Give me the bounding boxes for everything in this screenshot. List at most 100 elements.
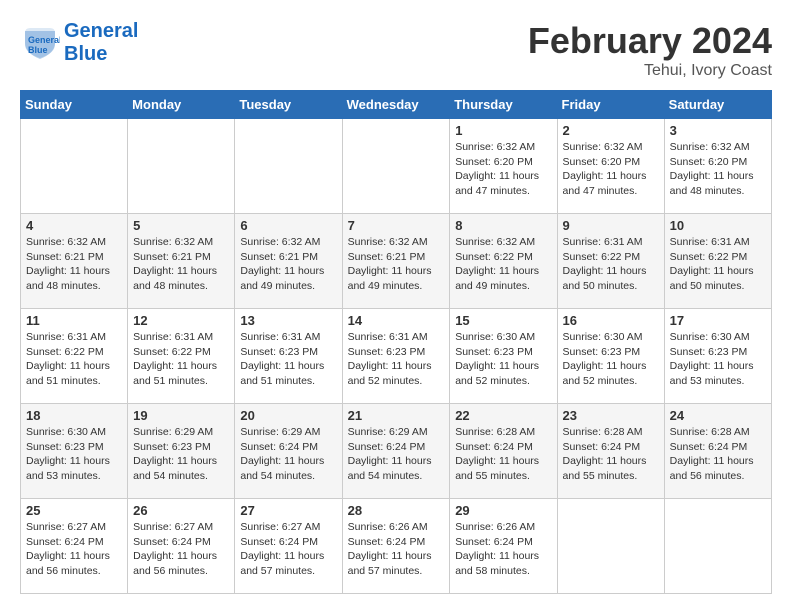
- calendar-cell: 1Sunrise: 6:32 AM Sunset: 6:20 PM Daylig…: [450, 119, 557, 214]
- svg-text:General: General: [28, 35, 60, 45]
- calendar-cell: 14 Sunrise: 6:31 AM Sunset: 6:23 PM Dayli…: [342, 309, 450, 404]
- calendar-cell: 11 Sunrise: 6:31 AM Sunset: 6:22 PM Dayli…: [21, 309, 128, 404]
- calendar-cell: 29 Sunrise: 6:26 AM Sunset: 6:24 PM Dayli…: [450, 499, 557, 594]
- calendar-cell: [235, 119, 342, 214]
- day-info: Sunrise: 6:31 AM Sunset: 6:22 PM Dayligh…: [26, 330, 122, 389]
- calendar-cell: 12 Sunrise: 6:31 AM Sunset: 6:22 PM Dayli…: [128, 309, 235, 404]
- day-info: Sunrise: 6:31 AM Sunset: 6:22 PM Dayligh…: [133, 330, 229, 389]
- day-info: Sunrise: 6:32 AM Sunset: 6:22 PM Dayligh…: [455, 235, 551, 294]
- day-info: Sunrise: 6:29 AM Sunset: 6:24 PM Dayligh…: [348, 425, 445, 484]
- day-info: Sunrise: 6:32 AM Sunset: 6:21 PM Dayligh…: [348, 235, 445, 294]
- header-tuesday: Tuesday: [235, 91, 342, 119]
- day-info: Sunrise: 6:26 AM Sunset: 6:24 PM Dayligh…: [455, 520, 551, 579]
- day-number: 17: [670, 313, 766, 328]
- calendar-cell: 4 Sunrise: 6:32 AM Sunset: 6:21 PM Daylig…: [21, 214, 128, 309]
- day-info: Sunrise: 6:32 AM Sunset: 6:21 PM Dayligh…: [26, 235, 122, 294]
- calendar-header-row: SundayMondayTuesdayWednesdayThursdayFrid…: [21, 91, 772, 119]
- day-number: 26: [133, 503, 229, 518]
- day-info: Sunrise: 6:32 AM Sunset: 6:21 PM Dayligh…: [133, 235, 229, 294]
- calendar-cell: 24Sunrise: 6:28 AM Sunset: 6:24 PM Dayli…: [664, 404, 771, 499]
- calendar-cell: 13 Sunrise: 6:31 AM Sunset: 6:23 PM Dayli…: [235, 309, 342, 404]
- day-number: 22: [455, 408, 551, 423]
- logo-text: GeneralBlue: [64, 20, 138, 66]
- day-info: Sunrise: 6:31 AM Sunset: 6:23 PM Dayligh…: [240, 330, 336, 389]
- calendar-cell: 5 Sunrise: 6:32 AM Sunset: 6:21 PM Daylig…: [128, 214, 235, 309]
- day-number: 25: [26, 503, 122, 518]
- calendar-cell: 21 Sunrise: 6:29 AM Sunset: 6:24 PM Dayli…: [342, 404, 450, 499]
- day-info: Sunrise: 6:31 AM Sunset: 6:22 PM Dayligh…: [670, 235, 766, 294]
- calendar-cell: [342, 119, 450, 214]
- calendar-cell: 17 Sunrise: 6:30 AM Sunset: 6:23 PM Dayli…: [664, 309, 771, 404]
- day-number: 11: [26, 313, 122, 328]
- day-number: 5: [133, 218, 229, 233]
- day-info: Sunrise: 6:30 AM Sunset: 6:23 PM Dayligh…: [670, 330, 766, 389]
- calendar-body: 1 Sunrise: 6:32 AM Sunset: 6:20 PM Daylig…: [21, 119, 772, 594]
- day-info: Sunrise: 6:29 AM Sunset: 6:23 PM Dayligh…: [133, 425, 229, 484]
- calendar-cell: 25 Sunrise: 6:27 AM Sunset: 6:24 PM Dayli…: [21, 499, 128, 594]
- header-saturday: Saturday: [664, 91, 771, 119]
- week-row-2: 4 Sunrise: 6:32 AM Sunset: 6:21 PM Daylig…: [21, 214, 772, 309]
- day-info: Sunrise: 6:31 AM Sunset: 6:22 PM Dayligh…: [563, 235, 659, 294]
- day-number: 12: [133, 313, 229, 328]
- calendar-cell: [21, 119, 128, 214]
- day-number: 18: [26, 408, 122, 423]
- month-title: February 2024: [528, 20, 772, 62]
- day-number: 13: [240, 313, 336, 328]
- title-block: February 2024 Tehui, Ivory Coast: [528, 20, 772, 80]
- day-number: 21: [348, 408, 445, 423]
- day-info: Sunrise: 6:27 AM Sunset: 6:24 PM Dayligh…: [26, 520, 122, 579]
- calendar-cell: 3 Sunrise: 6:32 AM Sunset: 6:20 PM Daylig…: [664, 119, 771, 214]
- day-number: 7: [348, 218, 445, 233]
- day-number: 20: [240, 408, 336, 423]
- calendar-table: SundayMondayTuesdayWednesdayThursdayFrid…: [20, 90, 772, 594]
- header-sunday: Sunday: [21, 91, 128, 119]
- day-number: 3: [670, 123, 766, 138]
- day-info: Sunrise: 6:29 AM Sunset: 6:24 PM Dayligh…: [240, 425, 336, 484]
- day-info: Sunrise: 6:27 AM Sunset: 6:24 PM Dayligh…: [133, 520, 229, 579]
- day-info: Sunrise: 6:28 AM Sunset: 6:24 PM Dayligh…: [563, 425, 659, 484]
- calendar-cell: 26 Sunrise: 6:27 AM Sunset: 6:24 PM Dayli…: [128, 499, 235, 594]
- day-info: Sunrise: 6:28 AM Sunset: 6:24 PM Dayligh…: [670, 425, 766, 484]
- day-info: Sunrise: 6:30 AM Sunset: 6:23 PM Dayligh…: [455, 330, 551, 389]
- day-number: 14: [348, 313, 445, 328]
- calendar-cell: [128, 119, 235, 214]
- logo: General Blue GeneralBlue: [20, 20, 138, 66]
- header-wednesday: Wednesday: [342, 91, 450, 119]
- day-number: 29: [455, 503, 551, 518]
- week-row-5: 25 Sunrise: 6:27 AM Sunset: 6:24 PM Dayli…: [21, 499, 772, 594]
- svg-text:Blue: Blue: [28, 45, 48, 55]
- day-number: 1: [455, 123, 551, 138]
- calendar-cell: 2Sunrise: 6:32 AM Sunset: 6:20 PM Daylig…: [557, 119, 664, 214]
- page-header: General Blue GeneralBlue February 2024 T…: [20, 20, 772, 80]
- calendar-cell: 7 Sunrise: 6:32 AM Sunset: 6:21 PM Daylig…: [342, 214, 450, 309]
- header-friday: Friday: [557, 91, 664, 119]
- day-number: 9: [563, 218, 659, 233]
- day-number: 27: [240, 503, 336, 518]
- day-info: Sunrise: 6:27 AM Sunset: 6:24 PM Dayligh…: [240, 520, 336, 579]
- header-monday: Monday: [128, 91, 235, 119]
- day-number: 23: [563, 408, 659, 423]
- day-info: Sunrise: 6:30 AM Sunset: 6:23 PM Dayligh…: [26, 425, 122, 484]
- calendar-cell: 9 Sunrise: 6:31 AM Sunset: 6:22 PM Daylig…: [557, 214, 664, 309]
- calendar-cell: 18 Sunrise: 6:30 AM Sunset: 6:23 PM Dayli…: [21, 404, 128, 499]
- calendar-cell: 16Sunrise: 6:30 AM Sunset: 6:23 PM Dayli…: [557, 309, 664, 404]
- day-info: Sunrise: 6:31 AM Sunset: 6:23 PM Dayligh…: [348, 330, 445, 389]
- calendar-cell: 27 Sunrise: 6:27 AM Sunset: 6:24 PM Dayli…: [235, 499, 342, 594]
- calendar-cell: 23 Sunrise: 6:28 AM Sunset: 6:24 PM Dayli…: [557, 404, 664, 499]
- calendar-cell: [664, 499, 771, 594]
- day-number: 19: [133, 408, 229, 423]
- day-number: 8: [455, 218, 551, 233]
- calendar-cell: 20 Sunrise: 6:29 AM Sunset: 6:24 PM Dayli…: [235, 404, 342, 499]
- day-number: 2: [563, 123, 659, 138]
- week-row-3: 11 Sunrise: 6:31 AM Sunset: 6:22 PM Dayli…: [21, 309, 772, 404]
- location-subtitle: Tehui, Ivory Coast: [528, 62, 772, 80]
- calendar-cell: 10 Sunrise: 6:31 AM Sunset: 6:22 PM Dayli…: [664, 214, 771, 309]
- day-info: Sunrise: 6:32 AM Sunset: 6:21 PM Dayligh…: [240, 235, 336, 294]
- day-number: 10: [670, 218, 766, 233]
- calendar-cell: 8 Sunrise: 6:32 AM Sunset: 6:22 PM Daylig…: [450, 214, 557, 309]
- day-info: Sunrise: 6:32 AM Sunset: 6:20 PM Dayligh…: [670, 140, 766, 199]
- calendar-cell: 28Sunrise: 6:26 AM Sunset: 6:24 PM Dayli…: [342, 499, 450, 594]
- calendar-cell: 22 Sunrise: 6:28 AM Sunset: 6:24 PM Dayli…: [450, 404, 557, 499]
- day-number: 4: [26, 218, 122, 233]
- day-info: Sunrise: 6:28 AM Sunset: 6:24 PM Dayligh…: [455, 425, 551, 484]
